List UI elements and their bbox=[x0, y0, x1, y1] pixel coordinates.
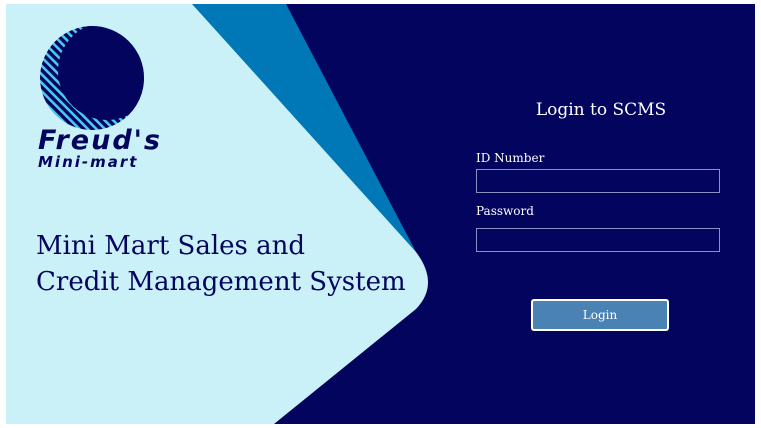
brand-logo: Freud's Mini-mart bbox=[34, 26, 174, 176]
password-label: Password bbox=[476, 204, 534, 218]
brand-name: Freud's bbox=[38, 125, 162, 156]
password-input[interactable] bbox=[476, 228, 720, 252]
system-title: Mini Mart Sales and Credit Management Sy… bbox=[36, 228, 426, 300]
striped-circle-logo-icon bbox=[40, 26, 144, 130]
app-window: Freud's Mini-mart Mini Mart Sales and Cr… bbox=[6, 4, 755, 424]
id-number-input[interactable] bbox=[476, 169, 720, 193]
login-heading: Login to SCMS bbox=[535, 100, 667, 120]
system-title-line1: Mini Mart Sales and bbox=[36, 231, 306, 261]
id-number-label: ID Number bbox=[476, 151, 545, 165]
system-title-line2: Credit Management System bbox=[36, 267, 406, 297]
login-button[interactable]: Login bbox=[531, 299, 669, 331]
brand-subname: Mini-mart bbox=[38, 153, 139, 171]
